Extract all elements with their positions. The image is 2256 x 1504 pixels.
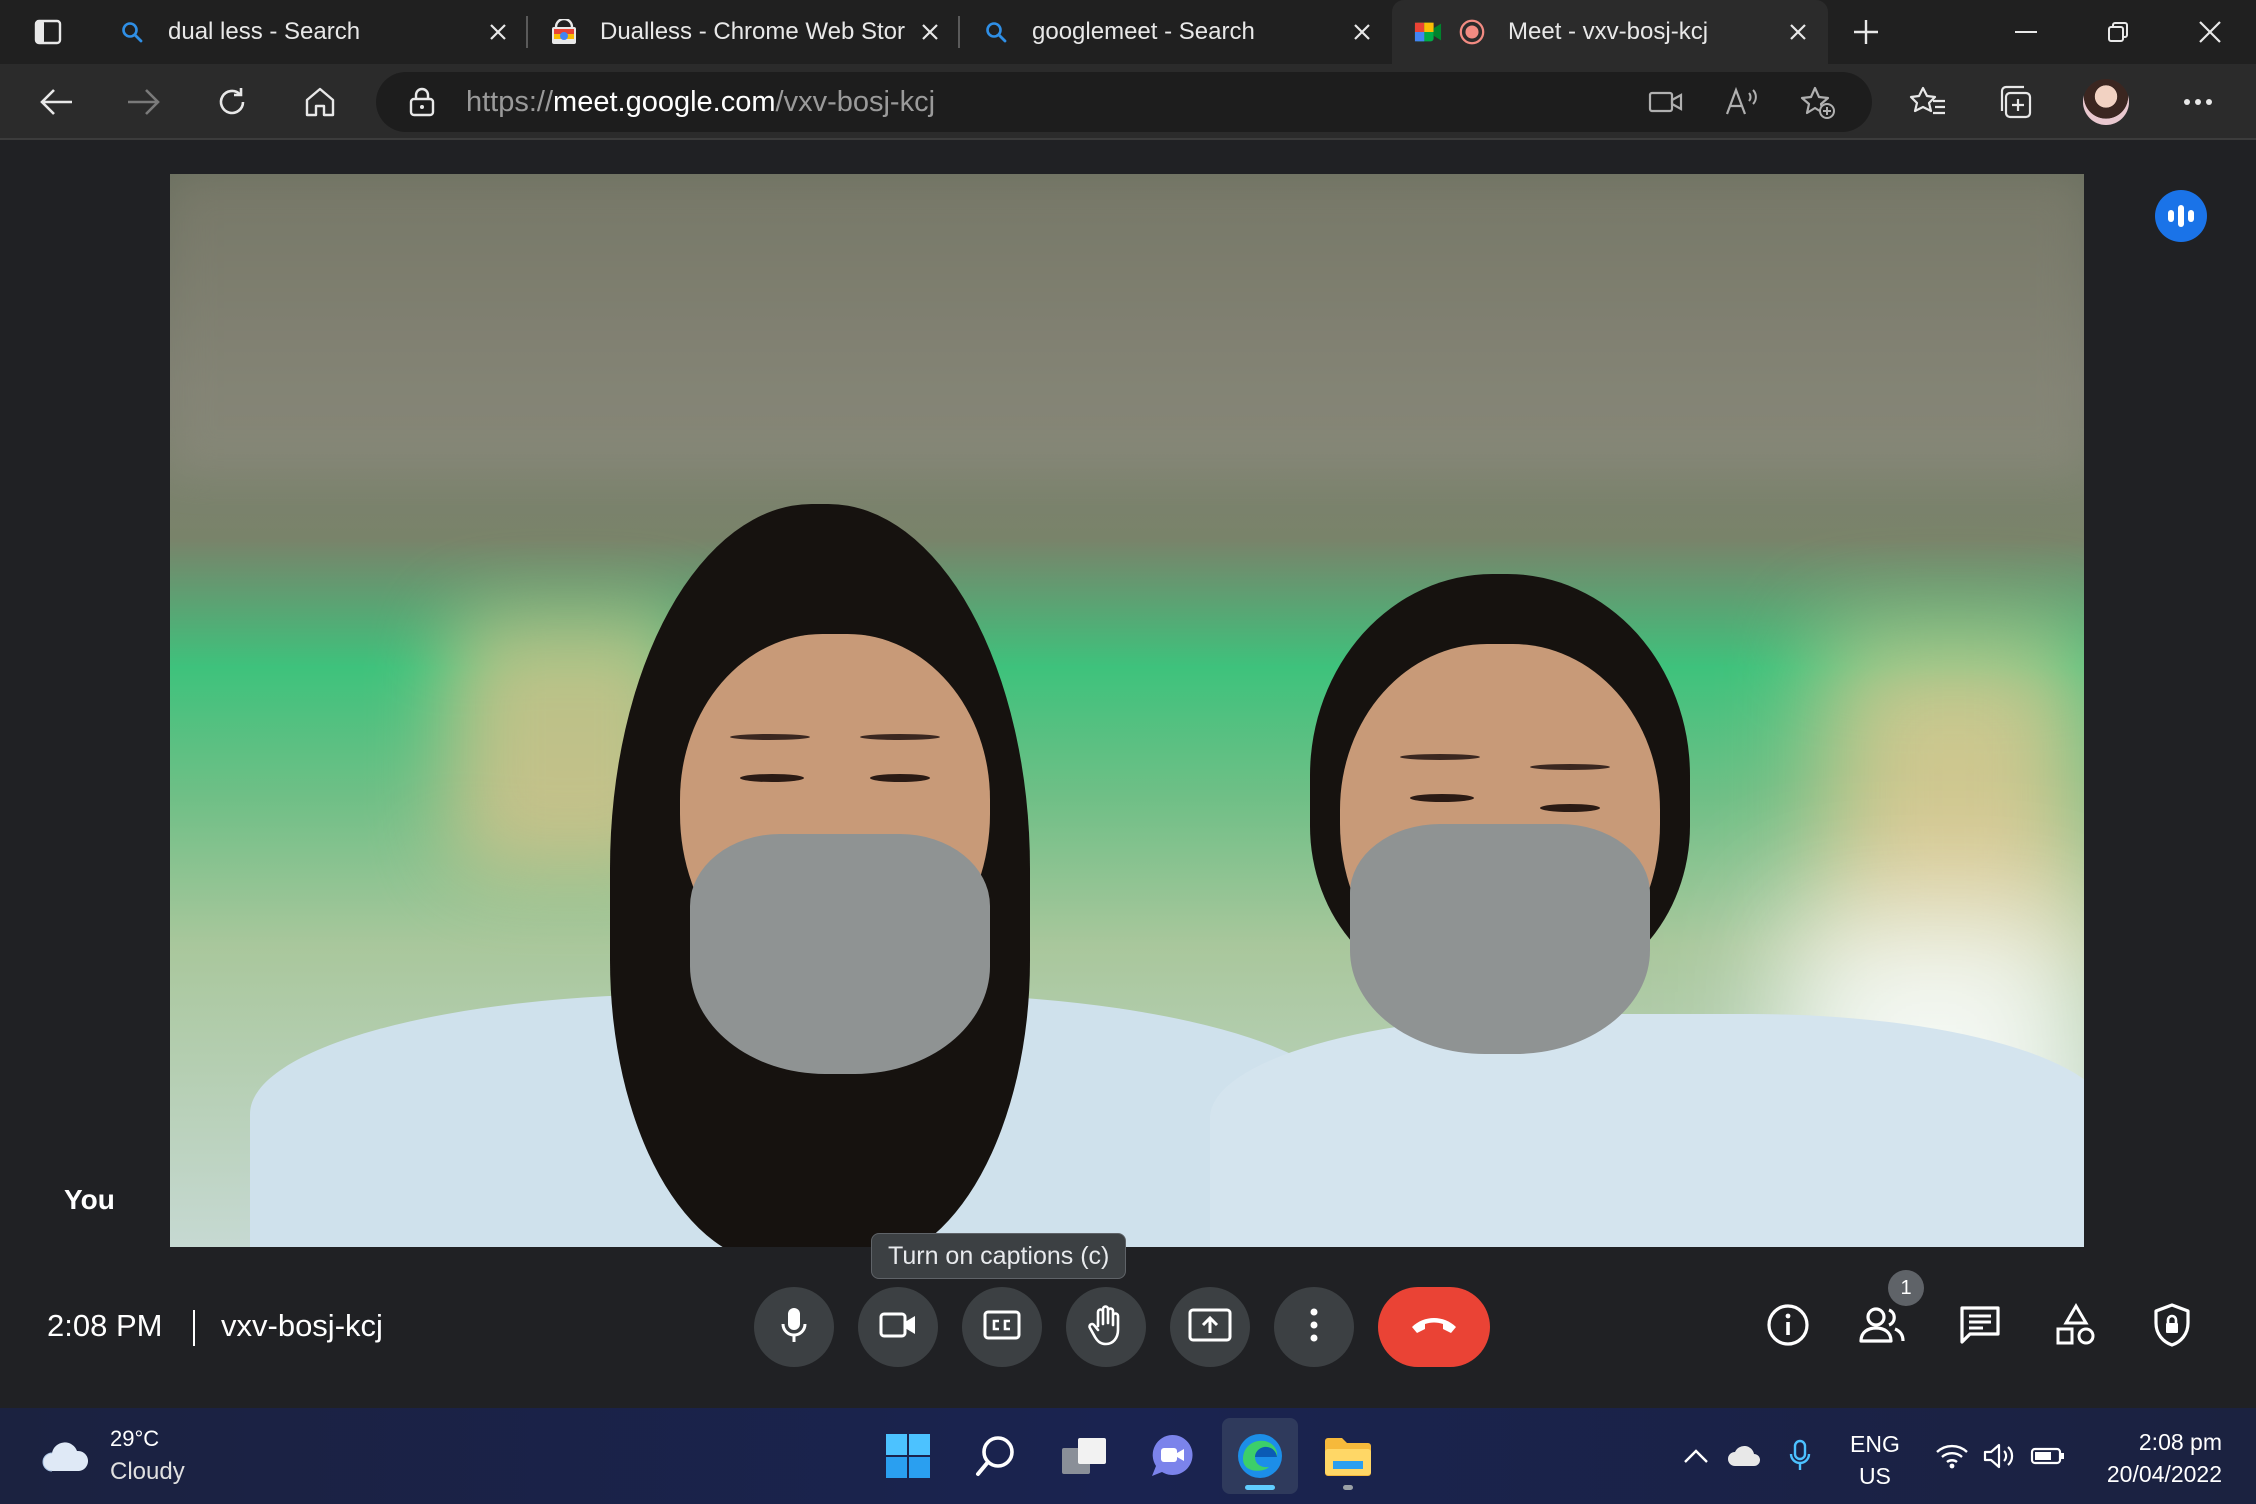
host-controls-button[interactable] — [2142, 1297, 2202, 1357]
settings-more-icon[interactable] — [2168, 74, 2228, 130]
camera-button[interactable] — [858, 1287, 938, 1367]
search-icon — [982, 18, 1010, 46]
info-icon — [1766, 1303, 1810, 1352]
meeting-time: 2:08 PM — [47, 1308, 163, 1343]
people-count-badge: 1 — [1888, 1270, 1924, 1306]
recording-icon — [1458, 18, 1486, 46]
tab-title: googlemeet - Search — [1032, 18, 1255, 45]
taskbar-search-icon[interactable] — [958, 1418, 1034, 1494]
tab-dualless-store[interactable]: Dualless - Chrome Web Store — [528, 0, 960, 64]
tab-actions-icon[interactable] — [0, 0, 96, 64]
people-button[interactable] — [1852, 1297, 1912, 1357]
self-video-tile — [170, 174, 2084, 1247]
present-icon — [1188, 1308, 1232, 1347]
activities-icon — [2054, 1302, 2098, 1352]
captions-button[interactable] — [962, 1287, 1042, 1367]
show-hidden-icons-chevron-icon[interactable] — [1676, 1436, 1716, 1476]
google-meet-icon — [1414, 18, 1442, 46]
mic-icon — [779, 1306, 809, 1349]
weather-description: Cloudy — [110, 1458, 185, 1485]
tab-googlemeet-search[interactable]: googlemeet - Search — [960, 0, 1392, 64]
windows-taskbar: 29°C Cloudy ENG US 2:08 pm 20/04/2022 — [0, 1408, 2256, 1504]
input-language: ENG — [1850, 1431, 1900, 1457]
edge-browser-icon[interactable] — [1222, 1418, 1298, 1494]
minimize-icon[interactable] — [1980, 0, 2072, 64]
end-call-icon — [1409, 1313, 1459, 1342]
back-icon[interactable] — [28, 74, 84, 130]
meeting-info-divider — [193, 1310, 195, 1346]
address-bar[interactable]: https://meet.google.com/vxv-bosj-kcj — [376, 72, 1872, 132]
task-view-icon[interactable] — [1046, 1418, 1122, 1494]
self-name-label: You — [64, 1184, 115, 1215]
url-text: https://meet.google.com/vxv-bosj-kcj — [466, 86, 935, 119]
meeting-code: vxv-bosj-kcj — [221, 1308, 383, 1343]
camera-icon — [879, 1311, 917, 1344]
raise-hand-button[interactable] — [1066, 1287, 1146, 1367]
windows-start-icon[interactable] — [870, 1418, 946, 1494]
restore-icon[interactable] — [2072, 0, 2164, 64]
clock-date: 20/04/2022 — [2106, 1461, 2222, 1487]
tab-title: Dualless - Chrome Web Store — [600, 18, 906, 45]
tab-dual-less-search[interactable]: dual less - Search — [96, 0, 528, 64]
forward-icon[interactable] — [116, 74, 172, 130]
chat-button[interactable] — [1950, 1297, 2010, 1357]
search-icon — [118, 18, 146, 46]
raise-hand-icon — [1088, 1304, 1124, 1351]
chat-icon — [1958, 1304, 2002, 1351]
present-screen-button[interactable] — [1170, 1287, 1250, 1367]
mic-button[interactable] — [754, 1287, 834, 1367]
cloudy-weather-icon — [40, 1439, 90, 1473]
activities-button[interactable] — [2046, 1297, 2106, 1357]
volume-icon[interactable] — [1980, 1436, 2020, 1476]
add-favorite-icon[interactable] — [1790, 82, 1846, 122]
read-aloud-icon[interactable] — [1714, 82, 1770, 122]
people-icon — [1858, 1305, 1906, 1350]
wifi-icon[interactable] — [1932, 1436, 1972, 1476]
lock-icon[interactable] — [402, 87, 442, 117]
meeting-details-button[interactable] — [1758, 1297, 1818, 1357]
input-language-indicator[interactable]: ENG US — [1850, 1428, 1900, 1492]
browser-toolbar: https://meet.google.com/vxv-bosj-kcj — [0, 64, 2256, 140]
more-options-button[interactable] — [1274, 1287, 1354, 1367]
weather-temperature: 29°C — [110, 1426, 160, 1451]
captions-icon — [983, 1310, 1021, 1345]
speaking-indicator-icon — [2155, 190, 2207, 242]
close-window-icon[interactable] — [2164, 0, 2256, 64]
url-scheme: https:// — [466, 85, 554, 118]
teams-chat-icon[interactable] — [1134, 1418, 1210, 1494]
end-call-button[interactable] — [1378, 1287, 1490, 1367]
onedrive-icon[interactable] — [1724, 1436, 1764, 1476]
new-tab-icon[interactable] — [1828, 0, 1904, 64]
camera-in-use-icon[interactable] — [1638, 82, 1694, 122]
input-region: US — [1858, 1463, 1891, 1489]
tab-title: dual less - Search — [168, 18, 361, 45]
clock-time: 2:08 pm — [2138, 1429, 2222, 1455]
favorites-icon[interactable] — [1898, 74, 1958, 130]
host-controls-icon — [2152, 1302, 2192, 1353]
url-host: meet.google.com — [553, 85, 776, 118]
collections-icon[interactable] — [1986, 74, 2046, 130]
tab-bar: dual less - Search Dualless - Chrome Web… — [0, 0, 2256, 64]
more-options-icon — [1310, 1308, 1318, 1347]
weather-widget[interactable]: 29°C Cloudy — [40, 1426, 185, 1486]
system-clock[interactable]: 2:08 pm 20/04/2022 — [2082, 1426, 2222, 1490]
file-explorer-icon[interactable] — [1310, 1418, 1386, 1494]
tab-meet[interactable]: Meet - vxv-bosj-kcj — [1392, 0, 1828, 64]
profile-avatar[interactable] — [2076, 74, 2136, 130]
chrome-web-store-icon — [550, 18, 578, 46]
home-icon[interactable] — [292, 74, 348, 130]
url-path: /vxv-bosj-kcj — [775, 85, 936, 118]
refresh-icon[interactable] — [204, 74, 260, 130]
captions-tooltip: Turn on captions (c) — [871, 1233, 1127, 1279]
battery-icon[interactable] — [2028, 1436, 2068, 1476]
tab-title: Meet - vxv-bosj-kcj — [1508, 18, 1709, 45]
participant-video-figure — [170, 174, 2084, 1247]
close-tab-icon[interactable] — [1338, 8, 1386, 56]
close-tab-icon[interactable] — [474, 8, 522, 56]
microphone-in-use-icon[interactable] — [1780, 1436, 1820, 1476]
close-tab-icon[interactable] — [906, 8, 954, 56]
close-tab-icon[interactable] — [1774, 8, 1822, 56]
